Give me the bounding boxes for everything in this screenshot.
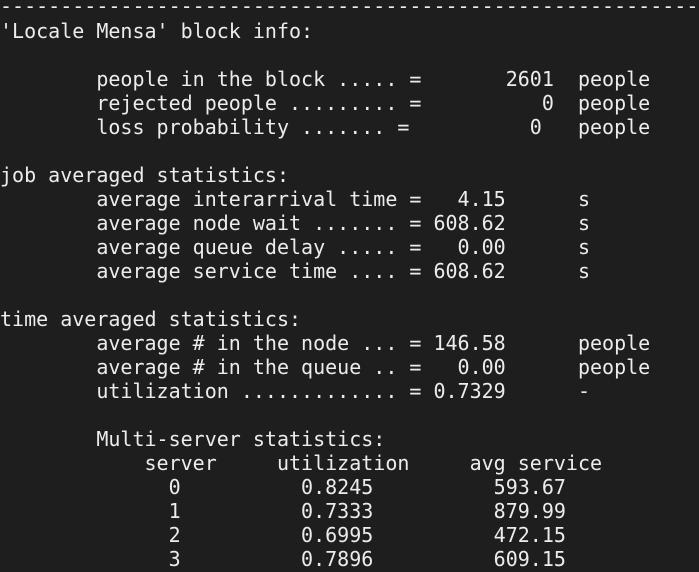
server-row: 0 0.8245 593.67 (0, 475, 566, 499)
service-time-line: average service time .... = 608.62 s (0, 259, 591, 283)
time-stats-heading: time averaged statistics: (0, 307, 302, 331)
separator-line: ----------------------------------------… (0, 0, 699, 18)
interarrival-time-line: average interarrival time = 4.15 s (0, 187, 591, 211)
block-info-heading: 'Locale Mensa' block info: (0, 19, 314, 43)
multi-server-heading: Multi-server statistics: (0, 427, 386, 451)
server-row: 1 0.7333 879.99 (0, 499, 566, 523)
rejected-people-line: rejected people ......... = 0 people (0, 91, 651, 115)
queue-delay-line: average queue delay ..... = 0.00 s (0, 235, 591, 259)
server-row: 3 0.7896 609.15 (0, 547, 566, 571)
in-queue-line: average # in the queue .. = 0.00 people (0, 355, 651, 379)
server-row: 2 0.6995 472.15 (0, 523, 566, 547)
server-table-header: server utilization avg service (0, 451, 603, 475)
terminal-output[interactable]: ----------------------------------------… (0, 0, 699, 572)
loss-probability-line: loss probability ....... = 0 people (0, 115, 651, 139)
job-stats-heading: job averaged statistics: (0, 163, 289, 187)
utilization-line: utilization ............. = 0.7329 - (0, 379, 591, 403)
in-node-line: average # in the node ... = 146.58 peopl… (0, 331, 651, 355)
people-in-block-line: people in the block ..... = 2601 people (0, 67, 651, 91)
node-wait-line: average node wait ....... = 608.62 s (0, 211, 591, 235)
